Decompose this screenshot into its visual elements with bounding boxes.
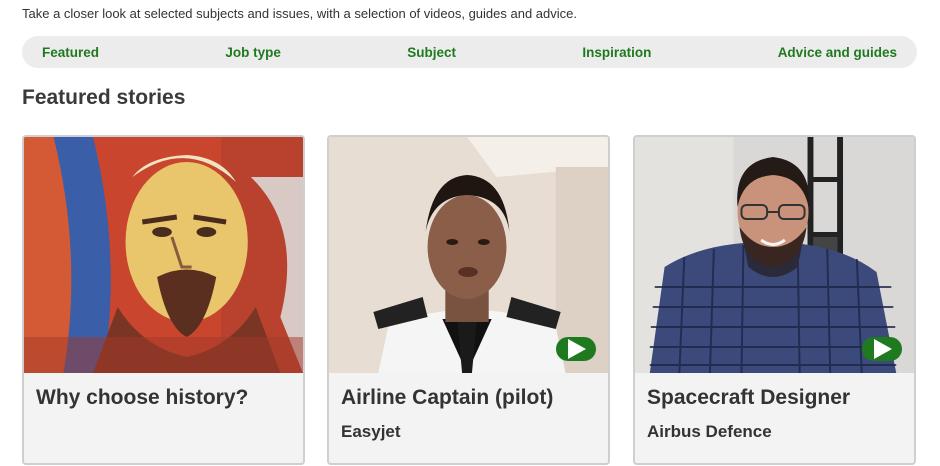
pilot-photo-image [329,137,608,373]
mosaic-portrait-image [24,137,303,373]
intro-text: Take a closer look at selected subjects … [22,6,577,21]
play-video-button[interactable] [862,337,902,361]
play-icon [568,339,586,359]
card-subtitle: Airbus Defence [647,422,772,441]
tab-advice-and-guides[interactable]: Advice and guides [778,45,897,60]
story-card-airline-captain[interactable]: Airline Captain (pilot) Easyjet [327,135,610,465]
tab-subject[interactable]: Subject [407,45,456,60]
card-title: Why choose history? [36,386,249,409]
story-card-spacecraft-designer[interactable]: Spacecraft Designer Airbus Defence [633,135,916,465]
tab-inspiration[interactable]: Inspiration [582,45,651,60]
play-video-button[interactable] [556,337,596,361]
play-icon [874,339,892,359]
section-title: Featured stories [22,86,186,109]
designer-photo-image [635,137,914,373]
tab-job-type[interactable]: Job type [225,45,281,60]
card-subtitle: Easyjet [341,422,401,441]
tab-featured[interactable]: Featured [42,45,99,60]
story-card-history[interactable]: Why choose history? [22,135,305,465]
card-title: Spacecraft Designer [647,386,851,409]
card-title: Airline Captain (pilot) [341,386,554,409]
topic-tab-bar: Featured Job type Subject Inspiration Ad… [22,36,917,68]
